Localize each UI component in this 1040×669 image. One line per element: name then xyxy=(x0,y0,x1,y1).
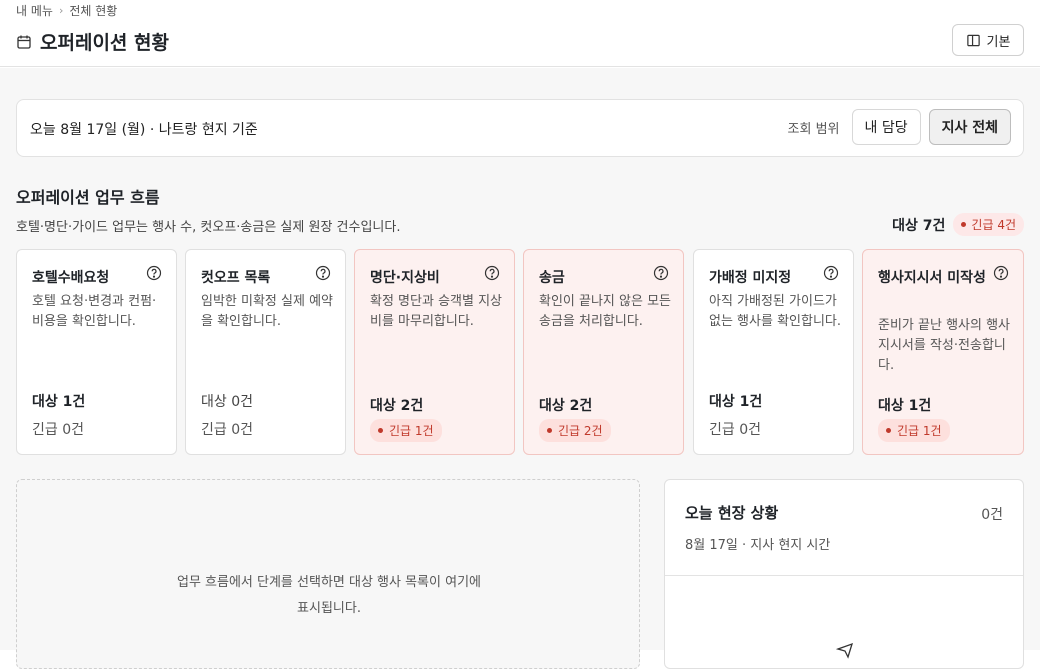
flow-card-cutoff[interactable]: 컷오프 목록 임박한 미확정 실제 예약을 확인합니다. 대상 0건 긴급 0건 xyxy=(185,249,346,455)
urgent-dot-icon xyxy=(886,428,891,433)
flow-card-guide[interactable]: 가배정 미지정 아직 가배정된 가이드가 없는 행사를 확인합니다. 대상 1건… xyxy=(693,249,854,455)
view-mode-label: 기본 xyxy=(986,33,1011,49)
flow-card-roster[interactable]: 명단·지상비 확정 명단과 승객별 지상비를 마무리합니다. 대상 2건 긴급 … xyxy=(354,249,515,455)
empty-state-text: 업무 흐름에서 단계를 선택하면 대상 행사 목록이 여기에 표시됩니다. xyxy=(17,570,641,622)
card-target: 대상 1건 xyxy=(878,398,932,414)
card-target: 대상 2건 xyxy=(370,398,424,414)
card-title: 호텔수배요청 xyxy=(32,270,110,286)
card-urgent-label: 긴급 1건 xyxy=(389,424,434,438)
help-icon[interactable] xyxy=(146,265,162,281)
scope-date: 오늘 8월 17일 (월) · 나트랑 현지 기준 xyxy=(30,122,258,138)
empty-state-line1: 업무 흐름에서 단계를 선택하면 대상 행사 목록이 여기에 xyxy=(176,575,481,590)
card-urgent-badge: 긴급 1건 xyxy=(370,419,442,442)
chevron-right-icon: › xyxy=(58,4,64,17)
scope-branch-button[interactable]: 지사 전체 xyxy=(928,109,1011,145)
page-title: 오퍼레이션 현황 xyxy=(40,32,169,54)
help-icon[interactable] xyxy=(823,265,839,281)
breadcrumb-current: 전체 현황 xyxy=(69,4,118,18)
card-urgent-label: 긴급 2건 xyxy=(558,424,603,438)
today-subtitle: 8월 17일 · 지사 현지 시간 xyxy=(685,538,831,553)
flow-card-hotel[interactable]: 호텔수배요청 호텔 요청·변경과 컨펌·비용을 확인합니다. 대상 1건 긴급 … xyxy=(16,249,177,455)
card-description: 확인이 끝나지 않은 모든 송금을 처리합니다. xyxy=(539,294,671,329)
today-field-status-panel: 오늘 현장 상황 0건 8월 17일 · 지사 현지 시간 xyxy=(664,479,1024,669)
help-icon[interactable] xyxy=(993,265,1009,281)
urgent-dot-icon xyxy=(547,428,552,433)
scope-selector: 조회 범위 내 담당 지사 전체 xyxy=(788,109,1011,145)
card-title: 컷오프 목록 xyxy=(201,270,271,286)
card-title: 송금 xyxy=(539,270,565,286)
title-row: 오퍼레이션 현황 xyxy=(16,28,169,55)
card-title: 명단·지상비 xyxy=(370,270,440,286)
scope-label: 조회 범위 xyxy=(787,121,840,137)
calendar-icon xyxy=(17,35,31,49)
card-description: 아직 가배정된 가이드가 없는 행사를 확인합니다. xyxy=(709,294,841,329)
card-urgent: 긴급 0건 xyxy=(32,422,84,438)
card-urgent-badge: 긴급 2건 xyxy=(539,419,611,442)
main-content: 오늘 8월 17일 (월) · 나트랑 현지 기준 조회 범위 내 담당 지사 … xyxy=(0,68,1040,669)
flow-description: 호텔·명단·가이드 업무는 행사 수, 컷오프·송금은 실제 원장 건수입니다. xyxy=(16,220,401,235)
card-urgent: 긴급 0건 xyxy=(201,422,253,438)
flow-summary: 대상 7건 긴급 4건 xyxy=(892,213,1024,236)
scope-bar: 오늘 8월 17일 (월) · 나트랑 현지 기준 조회 범위 내 담당 지사 … xyxy=(16,99,1024,157)
page-header: 내 메뉴 › 전체 현황 오퍼레이션 현황 기본 xyxy=(0,0,1040,67)
card-description: 호텔 요청·변경과 컨펌·비용을 확인합니다. xyxy=(32,294,157,329)
card-target: 대상 1건 xyxy=(32,394,86,410)
card-description: 확정 명단과 승객별 지상비를 마무리합니다. xyxy=(370,294,502,329)
flow-card-instruction[interactable]: 행사지시서 미작성 준비가 끝난 행사의 행사지시서를 작성·전송합니다. 대상… xyxy=(862,249,1024,455)
card-description: 준비가 끝난 행사의 행사지시서를 작성·전송합니다. xyxy=(878,318,1010,373)
help-icon[interactable] xyxy=(653,265,669,281)
card-title: 가배정 미지정 xyxy=(709,270,792,286)
card-urgent: 긴급 0건 xyxy=(709,422,761,438)
card-target: 대상 1건 xyxy=(709,394,763,410)
empty-state-line2: 표시됩니다. xyxy=(297,601,361,616)
event-list-empty-state: 업무 흐름에서 단계를 선택하면 대상 행사 목록이 여기에 표시됩니다. xyxy=(16,479,640,669)
urgent-dot-icon xyxy=(378,428,383,433)
help-icon[interactable] xyxy=(315,265,331,281)
view-mode-button[interactable]: 기본 xyxy=(952,24,1024,56)
card-urgent-label: 긴급 1건 xyxy=(897,424,942,438)
divider xyxy=(665,575,1023,576)
card-urgent-badge: 긴급 1건 xyxy=(878,419,950,442)
card-target: 대상 0건 xyxy=(201,394,253,410)
today-title: 오늘 현장 상황 xyxy=(685,504,779,522)
columns-icon xyxy=(966,34,980,46)
urgent-total-badge: 긴급 4건 xyxy=(953,213,1024,236)
breadcrumb-parent[interactable]: 내 메뉴 xyxy=(16,2,53,19)
flow-total: 대상 7건 xyxy=(892,217,946,234)
card-target: 대상 2건 xyxy=(539,398,593,414)
urgent-dot-icon xyxy=(961,222,967,227)
card-title: 행사지시서 미작성 xyxy=(878,270,986,286)
flow-cards: 호텔수배요청 호텔 요청·변경과 컨펌·비용을 확인합니다. 대상 1건 긴급 … xyxy=(16,249,1024,455)
flow-card-remittance[interactable]: 송금 확인이 끝나지 않은 모든 송금을 처리합니다. 대상 2건 긴급 2건 xyxy=(523,249,684,455)
breadcrumb: 내 메뉴 › 전체 현황 xyxy=(16,2,117,19)
plane-icon xyxy=(835,642,854,659)
card-description: 임박한 미확정 실제 예약을 확인합니다. xyxy=(201,294,333,329)
scope-my-button[interactable]: 내 담당 xyxy=(851,109,921,145)
urgent-total-label: 긴급 4건 xyxy=(971,218,1016,232)
help-icon[interactable] xyxy=(484,265,500,281)
today-count: 0건 xyxy=(981,507,1003,523)
flow-title: 오퍼레이션 업무 흐름 xyxy=(16,188,160,207)
